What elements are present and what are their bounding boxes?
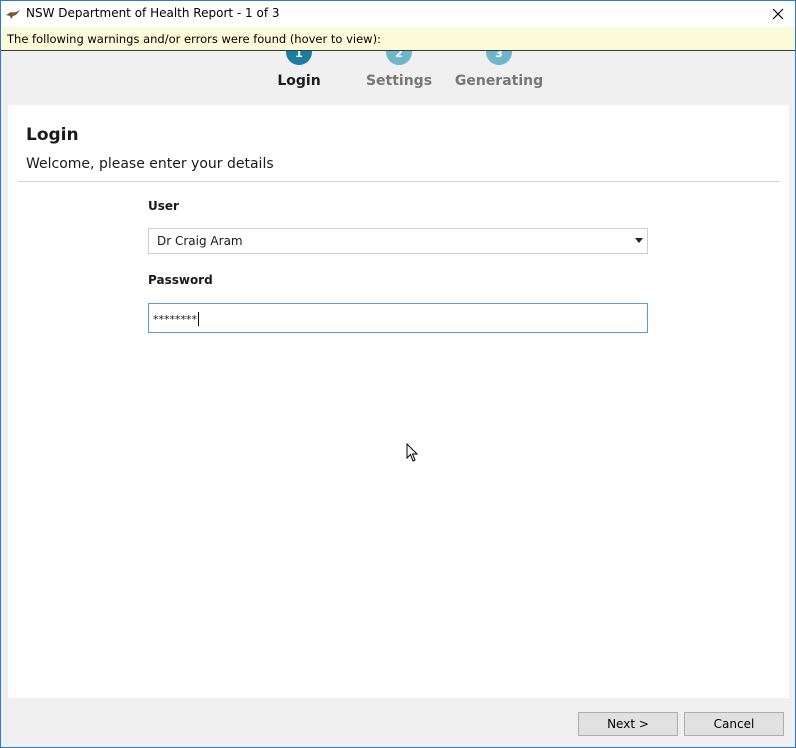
password-field[interactable]: ******** bbox=[148, 303, 648, 333]
cancel-button[interactable]: Cancel bbox=[684, 712, 784, 736]
page-subtitle: Welcome, please enter your details bbox=[26, 156, 274, 172]
step-number-badge: 2 bbox=[386, 51, 412, 65]
password-label: Password bbox=[148, 273, 213, 287]
mouse-pointer-icon bbox=[406, 443, 419, 462]
bird-logo-icon bbox=[6, 10, 20, 19]
step-number-badge: 3 bbox=[486, 51, 512, 65]
step-label: Login bbox=[277, 73, 321, 89]
user-dropdown-value: Dr Craig Aram bbox=[157, 234, 243, 248]
password-masked-text: ******** bbox=[153, 313, 197, 326]
next-button[interactable]: Next > bbox=[578, 712, 678, 736]
warning-bar[interactable]: The following warnings and/or errors wer… bbox=[1, 27, 795, 51]
text-caret bbox=[198, 312, 199, 326]
step-label: Settings bbox=[365, 73, 433, 89]
app-window: NSW Department of Health Report - 1 of 3… bbox=[0, 0, 796, 748]
step-number-badge: 1 bbox=[286, 51, 312, 65]
divider bbox=[18, 181, 780, 182]
close-button[interactable] bbox=[761, 1, 795, 27]
title-bar: NSW Department of Health Report - 1 of 3 bbox=[1, 1, 795, 27]
close-icon bbox=[772, 8, 784, 20]
page-title: Login bbox=[26, 125, 79, 145]
password-value: ******** bbox=[153, 312, 199, 326]
user-dropdown[interactable]: Dr Craig Aram bbox=[148, 228, 648, 254]
step-label: Generating bbox=[454, 73, 544, 89]
user-label: User bbox=[148, 199, 179, 213]
window-title: NSW Department of Health Report - 1 of 3 bbox=[26, 6, 280, 20]
warning-text: The following warnings and/or errors wer… bbox=[7, 32, 381, 46]
wizard-steps: 1 Login 2 Settings 3 Generating bbox=[1, 51, 795, 104]
dropdown-arrow-icon bbox=[635, 238, 643, 243]
login-panel: Login Welcome, please enter your details… bbox=[8, 105, 789, 698]
